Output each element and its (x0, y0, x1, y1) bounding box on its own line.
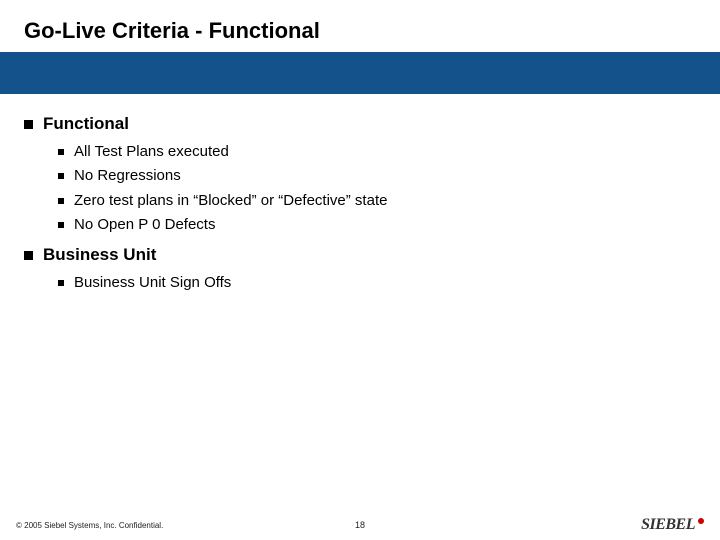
copyright-text: © 2005 Siebel Systems, Inc. Confidential… (16, 521, 163, 530)
title-underline-bar (0, 52, 720, 94)
square-bullet-icon (24, 120, 33, 129)
content-area: Functional All Test Plans executed No Re… (0, 94, 720, 293)
square-bullet-icon (58, 222, 64, 228)
logo-dot-icon (698, 518, 704, 524)
section-business-unit: Business Unit Business Unit Sign Offs (24, 245, 696, 293)
sub-list: All Test Plans executed No Regressions Z… (24, 142, 696, 235)
square-bullet-icon (58, 173, 64, 179)
list-item: Business Unit Sign Offs (58, 273, 696, 293)
square-bullet-icon (58, 280, 64, 286)
square-bullet-icon (24, 251, 33, 260)
title-area: Go-Live Criteria - Functional (0, 0, 720, 52)
list-item: All Test Plans executed (58, 142, 696, 162)
page-number: 18 (355, 520, 365, 530)
section-functional: Functional All Test Plans executed No Re… (24, 114, 696, 235)
section-heading: Functional (24, 114, 696, 134)
section-list: Functional All Test Plans executed No Re… (24, 114, 696, 293)
section-heading-text: Business Unit (43, 245, 156, 265)
logo-text: SIEBEL (641, 516, 695, 534)
siebel-logo: SIEBEL (641, 516, 704, 534)
list-item-text: No Regressions (74, 166, 181, 186)
list-item-text: All Test Plans executed (74, 142, 229, 162)
square-bullet-icon (58, 198, 64, 204)
list-item: No Regressions (58, 166, 696, 186)
list-item-text: Zero test plans in “Blocked” or “Defecti… (74, 191, 387, 211)
slide-footer: © 2005 Siebel Systems, Inc. Confidential… (0, 510, 720, 540)
section-heading: Business Unit (24, 245, 696, 265)
page-title: Go-Live Criteria - Functional (24, 18, 720, 44)
list-item-text: Business Unit Sign Offs (74, 273, 231, 293)
list-item: Zero test plans in “Blocked” or “Defecti… (58, 191, 696, 211)
list-item: No Open P 0 Defects (58, 215, 696, 235)
square-bullet-icon (58, 149, 64, 155)
section-heading-text: Functional (43, 114, 129, 134)
sub-list: Business Unit Sign Offs (24, 273, 696, 293)
list-item-text: No Open P 0 Defects (74, 215, 215, 235)
